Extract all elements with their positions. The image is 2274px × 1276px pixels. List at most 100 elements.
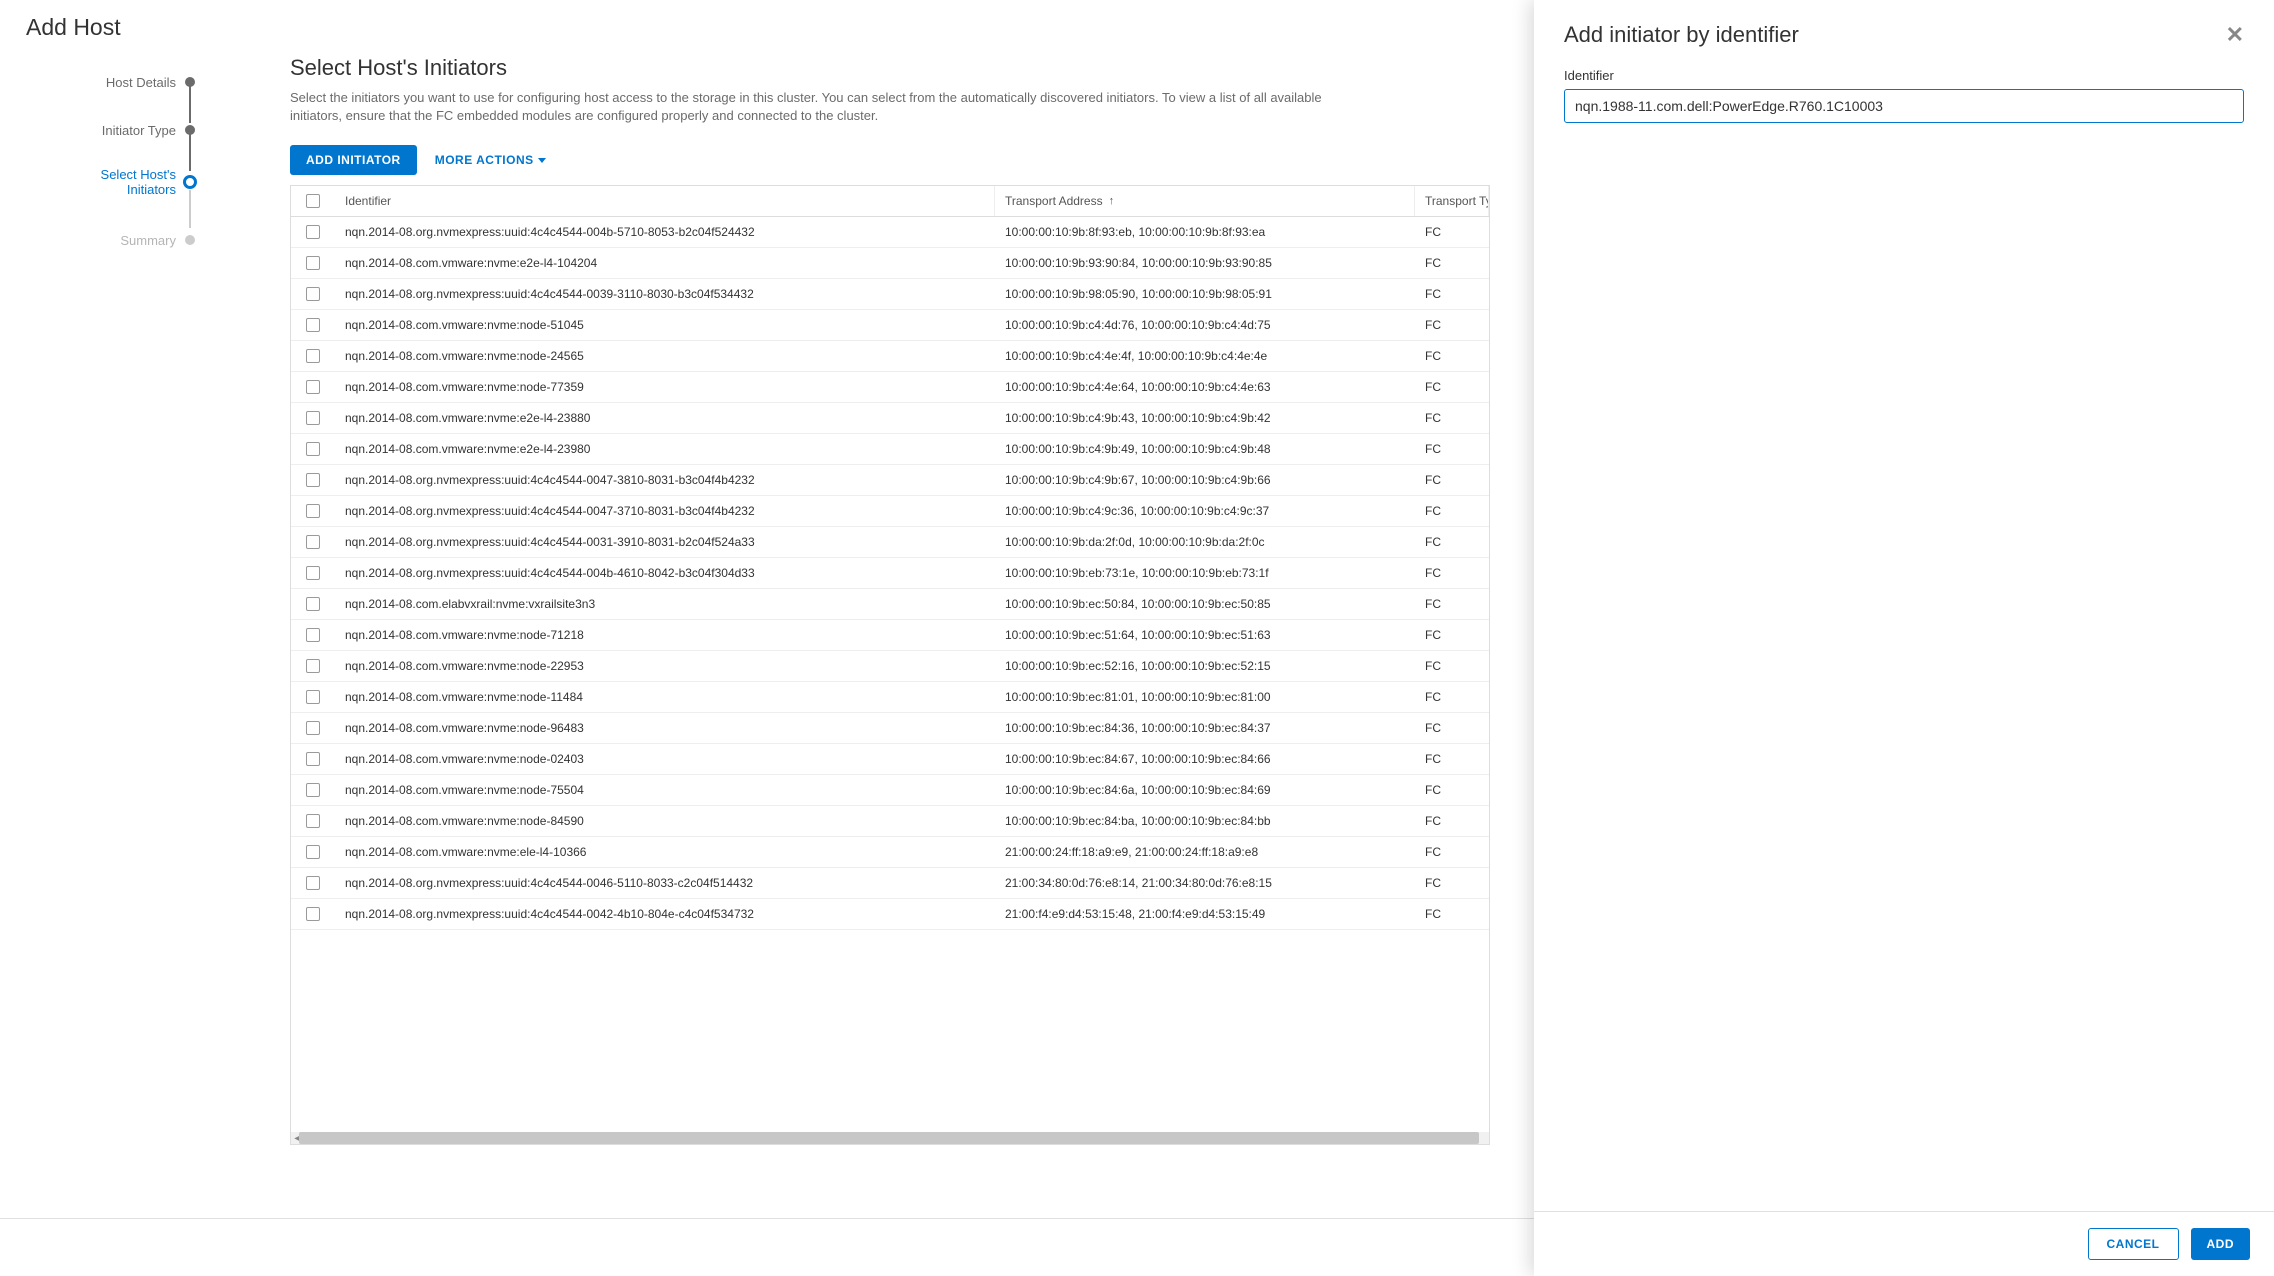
- row-checkbox[interactable]: [306, 535, 320, 549]
- row-checkbox[interactable]: [306, 411, 320, 425]
- step-initiator-type[interactable]: Initiator Type: [20, 113, 190, 147]
- row-checkbox-cell[interactable]: [291, 589, 335, 619]
- table-row[interactable]: nqn.2014-08.com.vmware:nvme:node-1148410…: [291, 682, 1489, 713]
- table-row[interactable]: nqn.2014-08.org.nvmexpress:uuid:4c4c4544…: [291, 558, 1489, 589]
- row-checkbox[interactable]: [306, 256, 320, 270]
- cell-identifier: nqn.2014-08.com.vmware:nvme:node-51045: [335, 310, 995, 340]
- table-row[interactable]: nqn.2014-08.org.nvmexpress:uuid:4c4c4544…: [291, 217, 1489, 248]
- step-host-details[interactable]: Host Details: [20, 65, 190, 99]
- table-row[interactable]: nqn.2014-08.com.vmware:nvme:node-2456510…: [291, 341, 1489, 372]
- step-select-initiators[interactable]: Select Host's Initiators: [20, 161, 190, 203]
- row-checkbox-cell[interactable]: [291, 620, 335, 650]
- row-checkbox[interactable]: [306, 752, 320, 766]
- row-checkbox[interactable]: [306, 287, 320, 301]
- cell-identifier: nqn.2014-08.com.vmware:nvme:node-84590: [335, 806, 995, 836]
- add-initiator-button[interactable]: ADD INITIATOR: [290, 145, 417, 175]
- cell-transport-type: FC: [1415, 279, 1489, 309]
- select-all-checkbox[interactable]: [306, 194, 320, 208]
- cell-transport-address: 10:00:00:10:9b:c4:4e:4f, 10:00:00:10:9b:…: [995, 341, 1415, 371]
- row-checkbox[interactable]: [306, 318, 320, 332]
- cell-identifier: nqn.2014-08.com.vmware:nvme:e2e-l4-23880: [335, 403, 995, 433]
- row-checkbox-cell[interactable]: [291, 372, 335, 402]
- row-checkbox[interactable]: [306, 380, 320, 394]
- table-row[interactable]: nqn.2014-08.com.vmware:nvme:ele-l4-10366…: [291, 837, 1489, 868]
- table-row[interactable]: nqn.2014-08.com.vmware:nvme:node-7121810…: [291, 620, 1489, 651]
- col-transport-type[interactable]: Transport Ty: [1415, 186, 1489, 216]
- cell-transport-address: 10:00:00:10:9b:c4:9b:43, 10:00:00:10:9b:…: [995, 403, 1415, 433]
- row-checkbox-cell[interactable]: [291, 279, 335, 309]
- table-row[interactable]: nqn.2014-08.com.elabvxrail:nvme:vxrailsi…: [291, 589, 1489, 620]
- row-checkbox[interactable]: [306, 442, 320, 456]
- select-all-cell[interactable]: [291, 186, 335, 216]
- row-checkbox-cell[interactable]: [291, 899, 335, 929]
- col-identifier[interactable]: Identifier: [335, 186, 995, 216]
- row-checkbox-cell[interactable]: [291, 217, 335, 247]
- table-row[interactable]: nqn.2014-08.com.vmware:nvme:e2e-l4-23980…: [291, 434, 1489, 465]
- scroll-thumb[interactable]: [299, 1132, 1479, 1144]
- table-row[interactable]: nqn.2014-08.com.vmware:nvme:e2e-l4-23880…: [291, 403, 1489, 434]
- row-checkbox[interactable]: [306, 845, 320, 859]
- table-row[interactable]: nqn.2014-08.org.nvmexpress:uuid:4c4c4544…: [291, 465, 1489, 496]
- table-row[interactable]: nqn.2014-08.com.vmware:nvme:node-8459010…: [291, 806, 1489, 837]
- row-checkbox[interactable]: [306, 566, 320, 580]
- row-checkbox[interactable]: [306, 659, 320, 673]
- row-checkbox-cell[interactable]: [291, 496, 335, 526]
- row-checkbox-cell[interactable]: [291, 837, 335, 867]
- row-checkbox[interactable]: [306, 504, 320, 518]
- more-actions-button[interactable]: MORE ACTIONS: [435, 153, 546, 167]
- table-row[interactable]: nqn.2014-08.com.vmware:nvme:e2e-l4-10420…: [291, 248, 1489, 279]
- row-checkbox-cell[interactable]: [291, 713, 335, 743]
- row-checkbox-cell[interactable]: [291, 868, 335, 898]
- row-checkbox[interactable]: [306, 225, 320, 239]
- table-row[interactable]: nqn.2014-08.com.vmware:nvme:node-0240310…: [291, 744, 1489, 775]
- row-checkbox[interactable]: [306, 628, 320, 642]
- cell-transport-address: 10:00:00:10:9b:eb:73:1e, 10:00:00:10:9b:…: [995, 558, 1415, 588]
- row-checkbox-cell[interactable]: [291, 465, 335, 495]
- table-row[interactable]: nqn.2014-08.org.nvmexpress:uuid:4c4c4544…: [291, 899, 1489, 930]
- cancel-button[interactable]: CANCEL: [2088, 1228, 2179, 1260]
- row-checkbox[interactable]: [306, 814, 320, 828]
- row-checkbox-cell[interactable]: [291, 341, 335, 371]
- row-checkbox-cell[interactable]: [291, 434, 335, 464]
- row-checkbox[interactable]: [306, 783, 320, 797]
- row-checkbox-cell[interactable]: [291, 682, 335, 712]
- table-row[interactable]: nqn.2014-08.com.vmware:nvme:node-5104510…: [291, 310, 1489, 341]
- cell-transport-address: 21:00:00:24:ff:18:a9:e9, 21:00:00:24:ff:…: [995, 837, 1415, 867]
- identifier-label: Identifier: [1564, 68, 2244, 83]
- row-checkbox[interactable]: [306, 597, 320, 611]
- row-checkbox-cell[interactable]: [291, 527, 335, 557]
- row-checkbox[interactable]: [306, 721, 320, 735]
- row-checkbox-cell[interactable]: [291, 403, 335, 433]
- table-row[interactable]: nqn.2014-08.com.vmware:nvme:node-9648310…: [291, 713, 1489, 744]
- row-checkbox[interactable]: [306, 907, 320, 921]
- row-checkbox-cell[interactable]: [291, 806, 335, 836]
- cell-identifier: nqn.2014-08.org.nvmexpress:uuid:4c4c4544…: [335, 868, 995, 898]
- row-checkbox[interactable]: [306, 349, 320, 363]
- row-checkbox-cell[interactable]: [291, 248, 335, 278]
- cell-identifier: nqn.2014-08.com.vmware:nvme:node-71218: [335, 620, 995, 650]
- table-row[interactable]: nqn.2014-08.org.nvmexpress:uuid:4c4c4544…: [291, 279, 1489, 310]
- step-summary[interactable]: Summary: [20, 223, 190, 257]
- table-row[interactable]: nqn.2014-08.org.nvmexpress:uuid:4c4c4544…: [291, 868, 1489, 899]
- cell-transport-address: 10:00:00:10:9b:c4:4d:76, 10:00:00:10:9b:…: [995, 310, 1415, 340]
- close-icon[interactable]: ✕: [2226, 22, 2244, 48]
- row-checkbox[interactable]: [306, 473, 320, 487]
- table-row[interactable]: nqn.2014-08.com.vmware:nvme:node-7550410…: [291, 775, 1489, 806]
- row-checkbox-cell[interactable]: [291, 310, 335, 340]
- row-checkbox-cell[interactable]: [291, 558, 335, 588]
- cell-identifier: nqn.2014-08.org.nvmexpress:uuid:4c4c4544…: [335, 899, 995, 929]
- table-row[interactable]: nqn.2014-08.com.vmware:nvme:node-2295310…: [291, 651, 1489, 682]
- row-checkbox-cell[interactable]: [291, 651, 335, 681]
- table-row[interactable]: nqn.2014-08.com.vmware:nvme:node-7735910…: [291, 372, 1489, 403]
- row-checkbox[interactable]: [306, 876, 320, 890]
- table-row[interactable]: nqn.2014-08.org.nvmexpress:uuid:4c4c4544…: [291, 527, 1489, 558]
- cell-identifier: nqn.2014-08.org.nvmexpress:uuid:4c4c4544…: [335, 558, 995, 588]
- table-row[interactable]: nqn.2014-08.org.nvmexpress:uuid:4c4c4544…: [291, 496, 1489, 527]
- col-transport-address[interactable]: Transport Address ↑: [995, 186, 1415, 216]
- row-checkbox[interactable]: [306, 690, 320, 704]
- identifier-input[interactable]: [1564, 89, 2244, 123]
- add-button[interactable]: ADD: [2191, 1228, 2251, 1260]
- row-checkbox-cell[interactable]: [291, 744, 335, 774]
- horizontal-scrollbar[interactable]: ◄: [291, 1132, 1489, 1144]
- row-checkbox-cell[interactable]: [291, 775, 335, 805]
